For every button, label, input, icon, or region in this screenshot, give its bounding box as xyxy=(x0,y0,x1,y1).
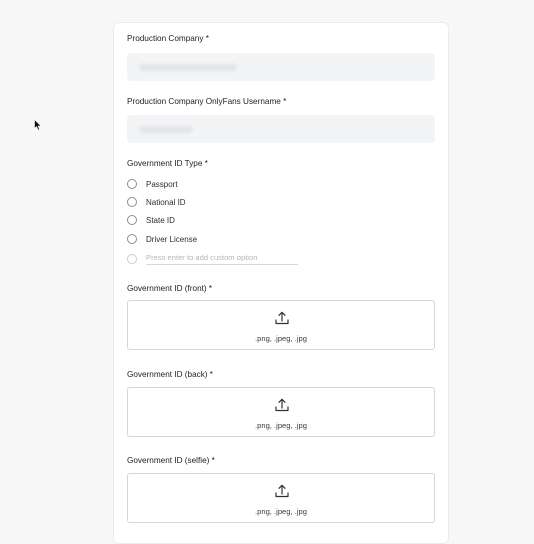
gov-id-selfie-dropzone[interactable]: .png, .jpeg, .jpg xyxy=(127,473,435,523)
onlyfans-username-label: Production Company OnlyFans Username * xyxy=(127,97,287,106)
gov-id-front-label: Government ID (front) * xyxy=(127,284,213,293)
gov-id-front-dropzone[interactable]: .png, .jpeg, .jpg xyxy=(127,300,435,350)
upload-icon xyxy=(275,311,289,325)
production-company-label: Production Company * xyxy=(127,34,209,43)
radio-option-label: Passport xyxy=(146,179,178,189)
onlyfans-username-input[interactable] xyxy=(127,115,435,143)
radio-circle-icon[interactable] xyxy=(127,197,137,207)
radio-option-label: Driver License xyxy=(146,234,198,244)
upload-icon xyxy=(275,398,289,412)
accepted-formats-text: .png, .jpeg, .jpg xyxy=(255,421,307,430)
radio-option-label: National ID xyxy=(146,197,186,207)
radio-option-passport[interactable]: Passport xyxy=(127,177,178,191)
accepted-formats-text: .png, .jpeg, .jpg xyxy=(255,507,307,516)
radio-option-label: State ID xyxy=(146,215,175,225)
radio-option-state-id[interactable]: State ID xyxy=(127,213,175,227)
radio-option-driver-license[interactable]: Driver License xyxy=(127,232,197,246)
radio-circle-icon[interactable] xyxy=(127,234,137,244)
upload-icon xyxy=(275,484,289,498)
radio-option-custom[interactable] xyxy=(127,252,298,266)
form-card: Production Company * Production Company … xyxy=(113,22,449,544)
radio-circle-icon[interactable] xyxy=(127,179,137,189)
gov-id-back-dropzone[interactable]: .png, .jpeg, .jpg xyxy=(127,387,435,437)
radio-circle-icon[interactable] xyxy=(127,215,137,225)
gov-id-type-label: Government ID Type * xyxy=(127,159,208,168)
custom-option-input[interactable] xyxy=(146,253,298,265)
gov-id-back-label: Government ID (back) * xyxy=(127,370,213,379)
gov-id-selfie-label: Government ID (selfie) * xyxy=(127,456,215,465)
radio-circle-icon[interactable] xyxy=(127,254,137,264)
radio-option-national-id[interactable]: National ID xyxy=(127,195,186,209)
production-company-input[interactable] xyxy=(127,53,435,81)
redacted-value xyxy=(139,126,193,133)
redacted-value xyxy=(139,64,237,71)
mouse-cursor-icon xyxy=(34,119,42,131)
accepted-formats-text: .png, .jpeg, .jpg xyxy=(255,334,307,343)
